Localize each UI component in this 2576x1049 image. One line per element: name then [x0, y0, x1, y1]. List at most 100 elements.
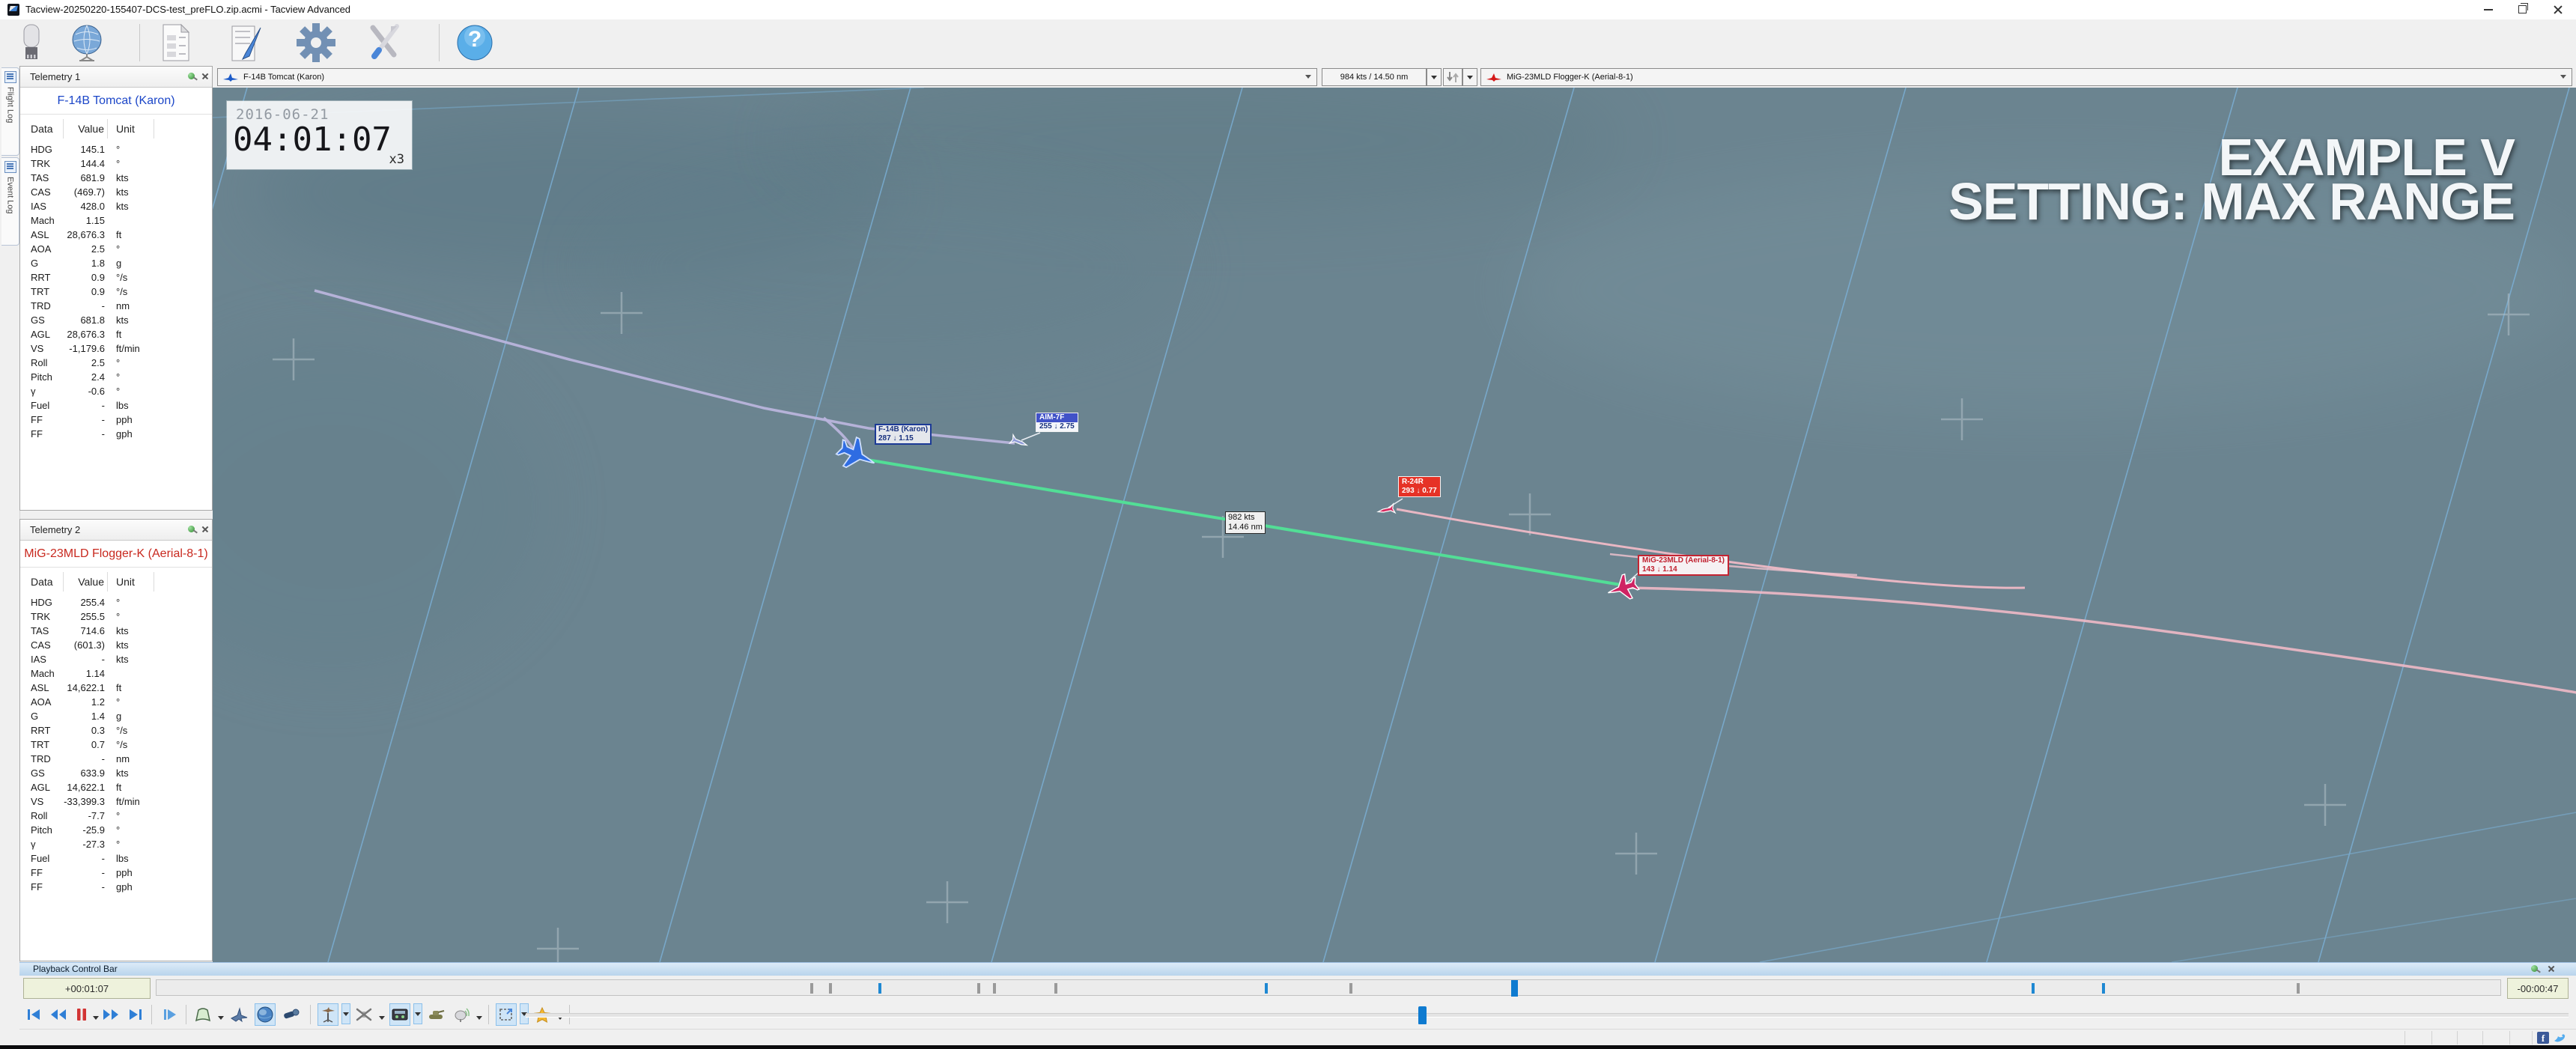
- telescope-view-button[interactable]: [281, 1003, 302, 1026]
- globe-view-button[interactable]: [255, 1003, 276, 1026]
- f14-object-label[interactable]: F-14B (Karon) 287 ↓ 1.15: [875, 424, 932, 445]
- mig23-aircraft-icon[interactable]: [1604, 571, 1641, 605]
- skip-to-start-button[interactable]: [23, 1003, 44, 1026]
- telemetry-row: Mach1.15: [20, 213, 212, 228]
- telemetry-row: γ-0.6°: [20, 384, 212, 398]
- rewind-button[interactable]: [48, 1003, 69, 1026]
- telemetry-row: TRT0.9°/s: [20, 285, 212, 299]
- sensor-view-button[interactable]: [451, 1003, 472, 1026]
- advanced-tools-icon[interactable]: [364, 22, 406, 64]
- telemetry-row: Fuel-lbs: [20, 398, 212, 413]
- close-icon[interactable]: [2546, 964, 2557, 974]
- range-readout-combo[interactable]: 984 kts / 14.50 nm: [1322, 68, 1427, 86]
- aim7-missile-icon[interactable]: [1009, 435, 1028, 449]
- sensor-view-caret[interactable]: [475, 1012, 484, 1023]
- f14-aircraft-icon[interactable]: [833, 433, 881, 478]
- skip-to-end-button[interactable]: [125, 1003, 146, 1026]
- pin-icon[interactable]: [2530, 964, 2540, 974]
- settings-gear-icon[interactable]: [295, 22, 337, 64]
- telemetry-1-header: Telemetry 1: [20, 67, 212, 88]
- slider-thumb[interactable]: [1418, 1006, 1427, 1024]
- telemetry-1-panel: Telemetry 1 F-14B Tomcat (Karon) Data Va…: [19, 66, 213, 511]
- r24-object-label[interactable]: R-24R 293 ↓ 0.77: [1398, 476, 1441, 497]
- camera-tripod-view-button[interactable]: [318, 1003, 338, 1026]
- timeline-marker: [878, 983, 881, 994]
- flight-document-icon[interactable]: [154, 22, 196, 64]
- cockpit-view-button[interactable]: [192, 1003, 213, 1026]
- telemetry-2-table: HDG255.4°TRK255.5°TAS714.6ktsCAS(601.3)k…: [20, 595, 212, 894]
- pause-dropdown-caret[interactable]: [91, 1012, 100, 1023]
- timeline-marker: [993, 983, 996, 994]
- telemetry-row: AGL14,622.1ft: [20, 780, 212, 794]
- telemetry-row: IAS428.0kts: [20, 199, 212, 213]
- side-tab-rail: Flight Log Event Log: [0, 66, 20, 962]
- tacview-window: Tacview-20250220-155407-DCS-test_preFLO.…: [0, 0, 2576, 1049]
- crossed-aircraft-caret[interactable]: [377, 1012, 386, 1023]
- status-bar: f: [19, 1029, 2576, 1046]
- restore-button[interactable]: [2506, 0, 2539, 19]
- aim7-object-label[interactable]: AIM-7F 255 ↓ 2.75: [1036, 413, 1078, 432]
- telemetry-row: AGL28,676.3ft: [20, 327, 212, 341]
- telemetry-row: TRK144.4°: [20, 156, 212, 171]
- vehicle-view-button[interactable]: [425, 1003, 446, 1026]
- instrument-panel-caret[interactable]: [413, 1003, 422, 1024]
- telemetry-row: Pitch-25.9°: [20, 823, 212, 837]
- fast-forward-button[interactable]: [100, 1003, 121, 1026]
- telemetry-2-header: Telemetry 2: [20, 520, 212, 541]
- telemetry-row: RRT0.3°/s: [20, 723, 212, 738]
- window-layout-button[interactable]: [496, 1003, 517, 1026]
- help-glyph: ?: [454, 27, 496, 52]
- telemetry-row: Pitch2.4°: [20, 370, 212, 384]
- timeline-marker: [2032, 983, 2035, 994]
- primary-object-combo[interactable]: F-14B Tomcat (Karon): [217, 68, 1317, 86]
- mig23-object-label[interactable]: MiG-23MLD (Aerial-8-1) 143 ↓ 1.14: [1638, 555, 1729, 576]
- camera-tripod-caret[interactable]: [341, 1003, 350, 1024]
- range-dropdown-button[interactable]: [1427, 68, 1442, 86]
- timeline-marker: [1054, 983, 1057, 994]
- external-view-button[interactable]: [228, 1003, 249, 1026]
- swap-objects-button[interactable]: [1443, 68, 1462, 86]
- pin-icon[interactable]: [186, 71, 197, 82]
- usb-device-icon[interactable]: [10, 22, 52, 64]
- timeline-playhead[interactable]: [1511, 980, 1518, 997]
- r24-missile-icon[interactable]: [1377, 504, 1395, 516]
- telemetry-column-headers: Data Value Unit: [20, 115, 212, 142]
- facebook-icon[interactable]: f: [2537, 1032, 2549, 1044]
- swap-dropdown-button[interactable]: [1462, 68, 1477, 86]
- tab-flight-log[interactable]: Flight Log: [1, 67, 19, 156]
- instrument-panel-view-button[interactable]: [389, 1003, 410, 1026]
- map-3d-view[interactable]: 2016-06-21 04:01:07 x3 EXAMPLE V SETTING…: [213, 88, 2576, 962]
- cockpit-view-caret[interactable]: [216, 1012, 225, 1023]
- telemetry-row: FF-gph: [20, 880, 212, 894]
- play-step-button[interactable]: [160, 1003, 180, 1026]
- minimize-button[interactable]: [2472, 0, 2505, 19]
- close-icon[interactable]: [200, 71, 210, 82]
- telemetry-row: ASL28,676.3ft: [20, 228, 212, 242]
- playback-title: Playback Control Bar: [33, 964, 118, 974]
- scenario-watermark: EXAMPLE V SETTING: MAX RANGE: [1948, 136, 2515, 224]
- tab-event-log[interactable]: Event Log: [1, 157, 19, 246]
- clock-time: 04:01:07: [233, 121, 392, 159]
- pin-icon[interactable]: [186, 524, 197, 535]
- pause-button[interactable]: [73, 1003, 91, 1026]
- telemetry-row: TRK255.5°: [20, 609, 212, 624]
- red-aircraft-icon: [1486, 73, 1502, 82]
- main-toolbar: ?: [0, 19, 2576, 66]
- window-title: Tacview-20250220-155407-DCS-test_preFLO.…: [25, 4, 350, 15]
- close-icon[interactable]: [200, 524, 210, 535]
- telemetry-row: G1.4g: [20, 709, 212, 723]
- secondary-object-combo[interactable]: MiG-23MLD Flogger-K (Aerial-8-1): [1480, 68, 2572, 86]
- world-online-icon[interactable]: [66, 22, 108, 64]
- help-icon[interactable]: ?: [454, 22, 496, 64]
- telemetry-row: VS-1,179.6ft/min: [20, 341, 212, 356]
- timeline-track[interactable]: [156, 979, 2501, 996]
- timeline-marker: [1349, 983, 1352, 994]
- telemetry-1-table: HDG145.1°TRK144.4°TAS681.9ktsCAS(469.7)k…: [20, 142, 212, 441]
- telemetry-row: TRD-nm: [20, 299, 212, 313]
- label-leader-lines: [1021, 433, 1639, 583]
- close-button[interactable]: [2542, 0, 2575, 19]
- chevron-down-icon: [1305, 75, 1311, 79]
- mission-notes-icon[interactable]: [225, 22, 267, 64]
- camera-distance-slider[interactable]: [526, 1013, 2569, 1018]
- crossed-aircraft-view-button[interactable]: [353, 1003, 374, 1026]
